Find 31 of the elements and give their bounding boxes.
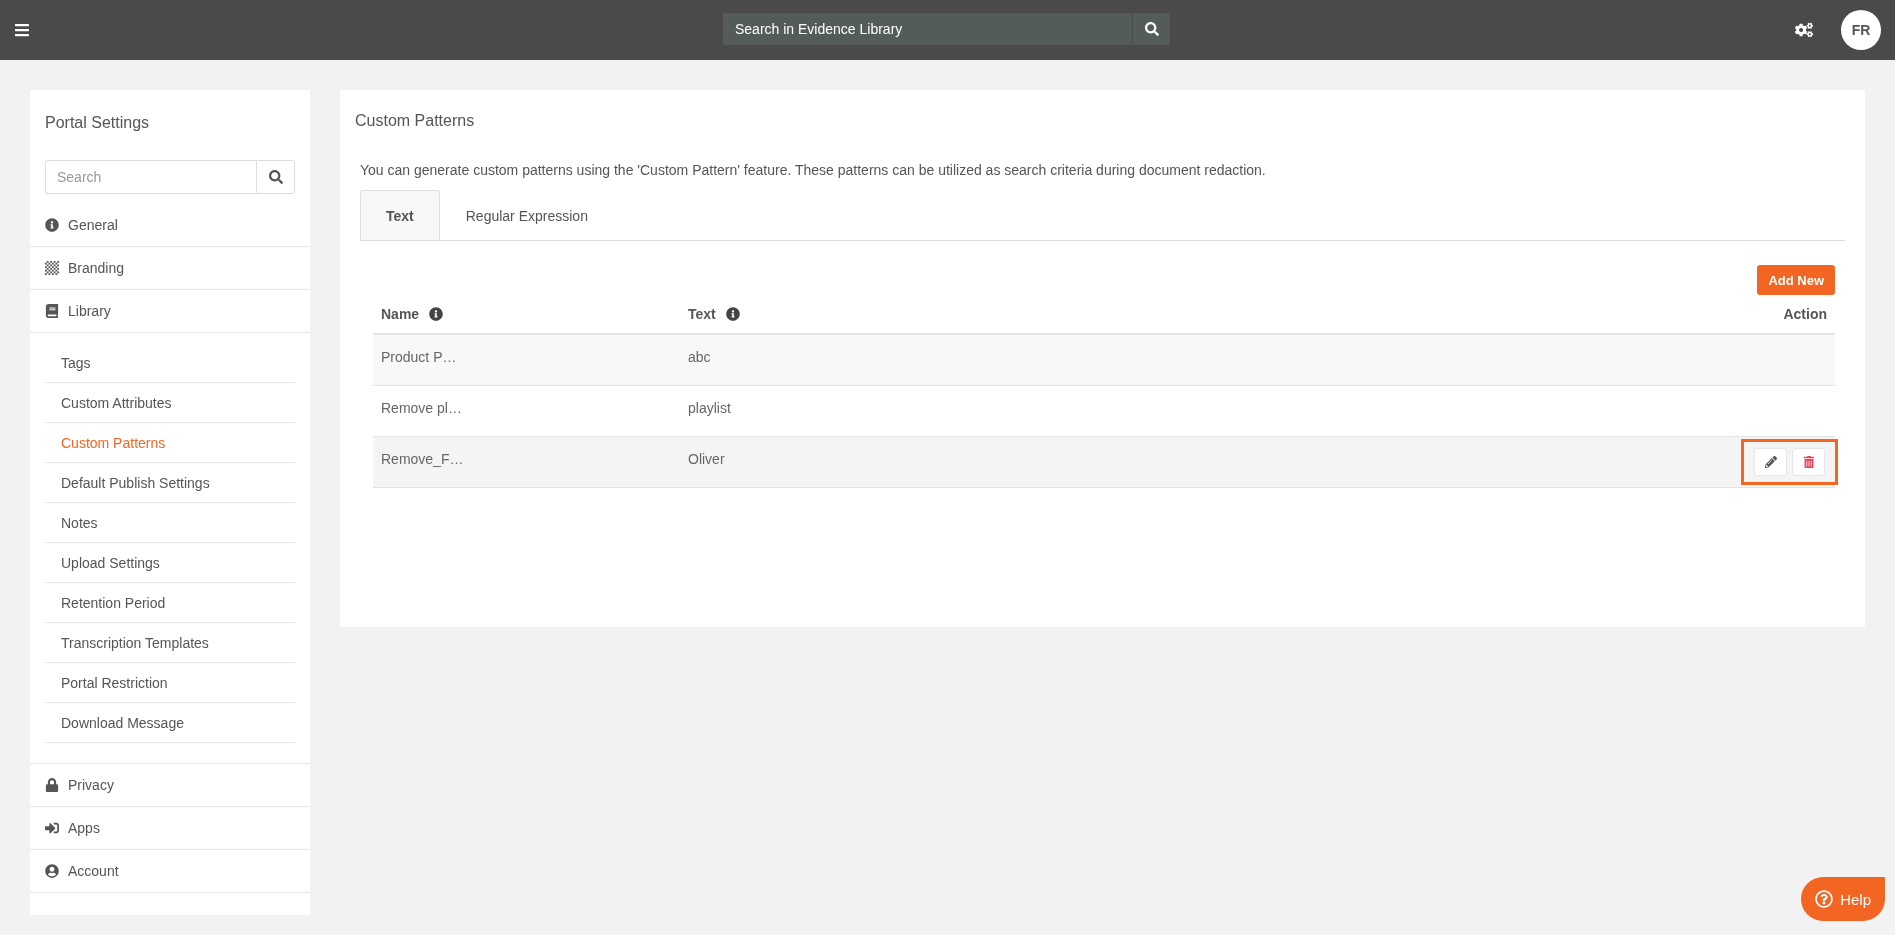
search-icon[interactable] [1132, 13, 1170, 45]
help-icon [1815, 890, 1834, 908]
column-header: Name [381, 306, 420, 322]
lock-icon [45, 778, 59, 792]
table-cell-text: Remove pl… [380, 399, 463, 416]
book-icon [45, 304, 59, 318]
info-icon [45, 218, 59, 232]
description-text: You can generate custom patterns using the 'Custom Pattern' feature. These patterns can be utilized as search criteria during document redaction. [360, 162, 1267, 178]
table-cell-text: abc [687, 348, 712, 365]
sidebar-search-field[interactable]: Search [45, 160, 256, 194]
trash-icon [1802, 456, 1815, 468]
delete-button[interactable] [1792, 448, 1825, 476]
user-avatar[interactable]: FR [1841, 10, 1881, 50]
checker-icon [45, 261, 59, 275]
table-cell-text: Oliver [687, 450, 726, 467]
library-search-field[interactable]: Search in Evidence Library [723, 13, 1132, 45]
tab[interactable]: Text [360, 190, 440, 240]
settings-icon[interactable] [1795, 21, 1813, 39]
sign-in-icon [45, 821, 59, 835]
table-cell-text: Product P… [380, 348, 458, 365]
table-cell-text: Remove_F… [380, 450, 465, 467]
menu-icon[interactable] [14, 22, 30, 38]
pencil-icon [1764, 456, 1777, 468]
edit-button[interactable] [1754, 448, 1787, 476]
info-icon[interactable] [429, 307, 444, 321]
table-cell-text: playlist [687, 399, 732, 416]
column-header: Action [1783, 306, 1827, 322]
column-header: Text [688, 306, 716, 322]
sidebar-title: Portal Settings [44, 113, 151, 133]
info-icon[interactable] [725, 307, 740, 321]
page-title: Custom Patterns [355, 111, 476, 130]
